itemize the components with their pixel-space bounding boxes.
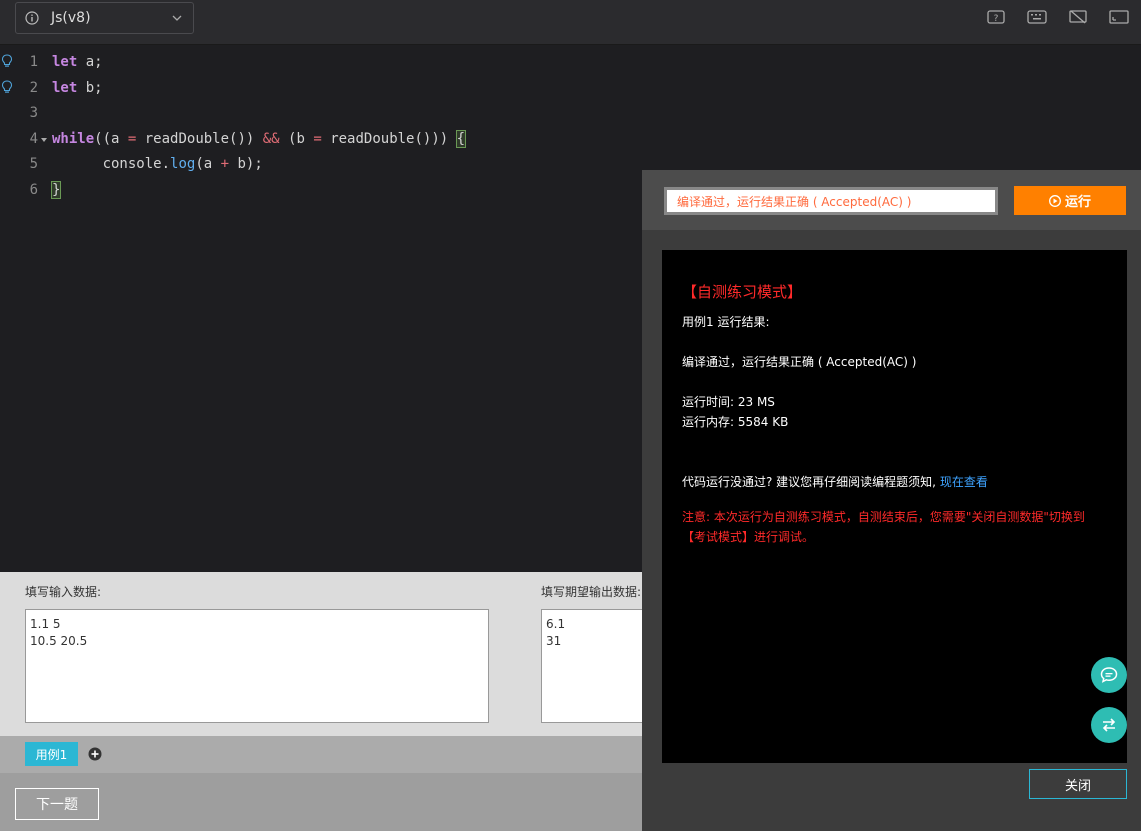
chat-bubble-icon <box>1100 667 1118 683</box>
status-field[interactable]: 编译通过，运行结果正确 ( Accepted(AC) ) <box>664 187 998 215</box>
case-result-label: 用例1 运行结果: <box>682 315 770 329</box>
lightbulb-icon[interactable] <box>1 80 13 94</box>
code-line: while((a = readDouble()) && (b = readDou… <box>52 130 467 148</box>
line-number: 5 <box>29 156 38 172</box>
code-line: console.log(a + b); <box>52 156 263 172</box>
run-time-line: 运行时间: 23 MS <box>682 395 775 409</box>
help-line: 代码运行没通过? 建议您再仔细阅读编程题须知, 现在查看 <box>682 473 988 490</box>
add-case-icon[interactable] <box>88 747 102 761</box>
info-icon <box>25 11 39 25</box>
editor-toolbar: Js(v8) ? <box>0 0 1141 45</box>
swap-arrows-icon <box>1102 718 1116 732</box>
result-console: 【自测练习模式】 用例1 运行结果: 编译通过，运行结果正确 ( Accepte… <box>662 250 1127 763</box>
expected-output-label: 填写期望输出数据: <box>541 585 642 599</box>
case-tab-bar: 用例1 <box>0 736 642 773</box>
language-label: Js(v8) <box>51 10 91 26</box>
footer-bar: 下一题 <box>0 773 642 831</box>
line-number: 6 <box>29 182 38 198</box>
line-number: 4 <box>29 131 38 147</box>
chevron-down-icon <box>172 15 182 21</box>
warning-line: 【考试模式】进行调试。 <box>682 530 815 544</box>
screen-off-icon[interactable] <box>1068 9 1088 25</box>
run-label: 运行 <box>1064 195 1091 210</box>
run-button[interactable]: 运行 <box>1014 186 1126 215</box>
chat-button[interactable] <box>1091 657 1127 693</box>
fold-arrow-icon[interactable] <box>40 136 48 144</box>
fullscreen-icon[interactable] <box>1109 9 1129 25</box>
test-io-panel: 填写输入数据: 1.1 5 10.5 20.5 填写期望输出数据: 6.1 31 <box>0 572 642 736</box>
expected-output-field[interactable]: 6.1 31 <box>541 609 642 723</box>
input-data-label: 填写输入数据: <box>25 585 102 599</box>
code-line: let b; <box>52 80 103 96</box>
language-select[interactable]: Js(v8) <box>15 2 194 34</box>
line-number: 3 <box>29 105 38 121</box>
help-icon[interactable]: ? <box>986 9 1006 25</box>
mode-title: 【自测练习模式】 <box>682 283 803 301</box>
keyboard-icon[interactable] <box>1027 9 1047 25</box>
line-number: 2 <box>29 80 38 96</box>
compile-status-line: 编译通过，运行结果正确 ( Accepted(AC) ) <box>682 355 917 369</box>
next-question-button[interactable]: 下一题 <box>15 788 99 820</box>
code-line: } <box>50 181 62 199</box>
switch-button[interactable] <box>1091 707 1127 743</box>
play-icon <box>1049 194 1061 207</box>
input-data-field[interactable]: 1.1 5 10.5 20.5 <box>25 609 489 723</box>
run-memory-line: 运行内存: 5584 KB <box>682 415 789 429</box>
warning-line: 注意: 本次运行为自测练习模式，自测结束后，您需要"关闭自测数据"切换到 <box>682 510 1085 524</box>
tab-case-1[interactable]: 用例1 <box>25 742 78 766</box>
result-panel: 编译通过，运行结果正确 ( Accepted(AC) ) 运行 【自测练习模式】… <box>642 170 1141 831</box>
view-now-link[interactable]: 现在查看 <box>940 475 988 489</box>
lightbulb-icon[interactable] <box>1 54 13 68</box>
code-line: let a; <box>52 54 103 70</box>
result-toolbar: 编译通过，运行结果正确 ( Accepted(AC) ) 运行 <box>642 170 1141 230</box>
line-number: 1 <box>29 54 38 70</box>
close-button[interactable]: 关闭 <box>1029 769 1127 799</box>
svg-text:?: ? <box>994 14 999 24</box>
line-gutter: 1 2 3 4 5 6 <box>0 46 52 572</box>
help-text: 代码运行没通过? 建议您再仔细阅读编程题须知, <box>682 475 936 489</box>
